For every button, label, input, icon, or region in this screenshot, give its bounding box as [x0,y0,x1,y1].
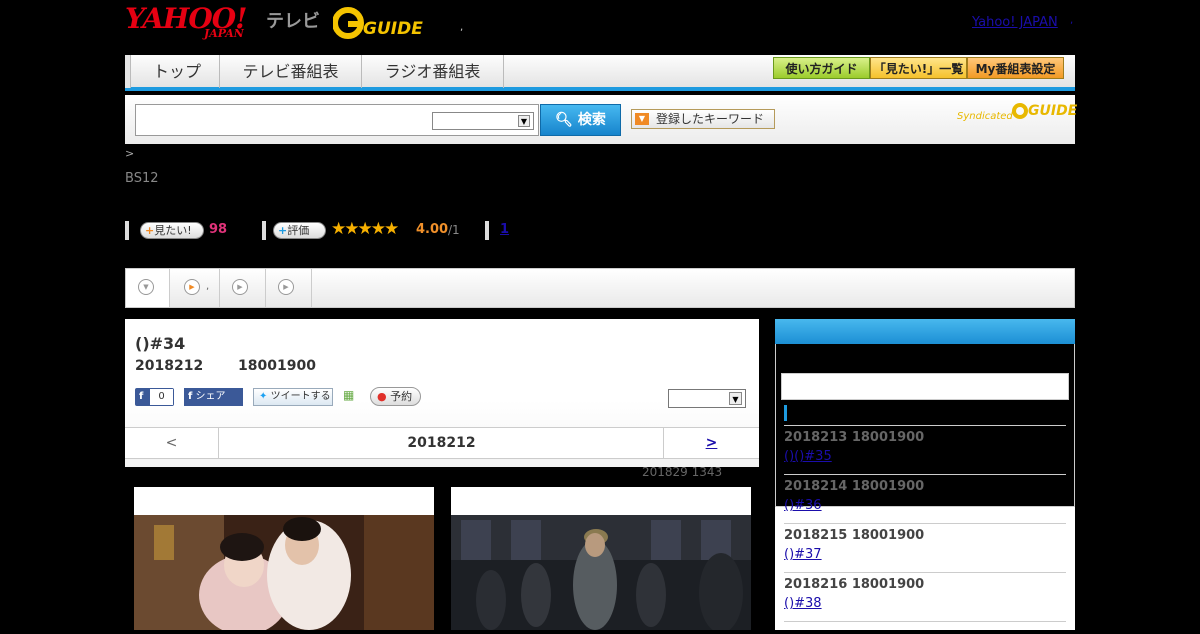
reserve-button[interactable]: ● 予約 [370,387,421,406]
gguide-logo-text: GUIDE [363,19,423,39]
episode-date: 2018215 18001900 [784,528,925,543]
nav-tab-tv-guide[interactable]: テレビ番組表 [220,55,362,88]
tab-2-label: , [206,281,210,292]
twitter-bird-icon: ✦ [259,391,268,402]
previous-program-link[interactable]: < [125,428,219,458]
tweet-button-label: ツイートする [270,391,331,402]
program-time: 18001900 [238,358,316,374]
program-photo-1-image [134,515,434,634]
header-separator: , [460,22,464,33]
program-tabs-bar: ▼ ▶ , ▶ ▶ [125,268,1075,308]
registered-keyword-button[interactable]: 登録したキーワード [631,109,775,129]
syndicated-gguide-logo: GUIDE [1012,103,1077,119]
yahoo-japan-logo-text: JAPAN [204,27,244,40]
tab-3[interactable]: ▶ [220,269,266,307]
breadcrumb[interactable]: > [125,147,134,160]
facebook-share-label: シェア [195,391,226,402]
chevron-down-icon[interactable]: ▼ [518,115,530,127]
rate-button[interactable]: +評価 [273,222,326,239]
tv-logo-text: テレビ [266,11,320,32]
usage-guide-button[interactable]: 使い方ガイド [773,57,870,79]
divider [784,474,1066,475]
my-guide-settings-button[interactable]: My番組表設定 [967,57,1064,79]
divider [784,523,1066,524]
want-list-button[interactable]: 「見たい!」一覧 [870,57,967,79]
program-title: ()#34 [135,334,186,353]
nav-left-accent [125,55,131,88]
facebook-icon: f [139,391,144,402]
chevron-down-icon: ▼ [138,279,154,295]
sidebar-input[interactable] [781,373,1069,400]
gguide-mark-icon [1012,103,1028,119]
tab-2[interactable]: ▶ , [170,269,220,307]
divider [784,572,1066,573]
next-program-link[interactable]: > [663,428,759,458]
stats-separator [125,221,129,240]
sidebar-header [775,319,1075,344]
nav-tab-top[interactable]: トップ [135,55,220,88]
divider [784,425,1066,426]
add-calendar-icon[interactable]: ▦ [343,388,360,404]
navigation-date: 2018212 [407,435,476,451]
episode-link[interactable]: ()#37 [784,547,822,562]
plus-icon: + [278,224,288,237]
program-photo-1[interactable] [134,487,434,634]
program-photo-2[interactable] [451,487,751,633]
rating-stars: ★★★★★ [331,219,399,239]
tab-4[interactable]: ▶ [266,269,312,307]
tab-details[interactable]: ▼ [126,269,170,307]
stats-separator [262,221,266,240]
program-photo-2-image [451,515,751,633]
want-button[interactable]: +見たい! [140,222,204,239]
play-icon: ▶ [232,279,248,295]
episode-link[interactable]: ()()#35 [784,449,832,464]
search-button-label: 検索 [577,112,606,128]
gguide-logo[interactable]: GUIDE [332,6,433,44]
record-dot-icon: ● [377,390,387,403]
stats-separator [485,221,489,240]
episode-date: 2018214 18001900 [784,479,925,494]
yahoo-japan-top-link[interactable]: Yahoo! JAPAN [972,15,1058,30]
header-separator-2: , [1070,15,1074,26]
reserve-button-label: 予約 [390,390,413,403]
chevron-down-icon[interactable]: ▼ [729,392,742,405]
play-icon: ▶ [278,279,294,295]
search-button[interactable]: 🔍︎ 検索 [540,104,621,136]
rate-button-label: 評価 [287,224,310,237]
play-icon: ▶ [184,279,200,295]
episode-link[interactable]: ()#36 [784,498,822,513]
main-nav-bar: トップ テレビ番組表 ラジオ番組表 使い方ガイド 「見たい!」一覧 My番組表設… [125,55,1075,91]
syndicated-gguide-logo-text: GUIDE [1028,103,1078,119]
episode-link[interactable]: ()#38 [784,596,822,611]
rating-count: /1 [448,223,460,237]
tweet-button[interactable]: ✦ ツイートする [253,388,333,406]
episode-date: 2018213 18001900 [784,430,925,445]
syndicated-label: Syndicated [957,111,1013,122]
want-count: 98 [209,222,228,237]
facebook-icon: f [188,391,193,402]
review-count-link[interactable]: 1 [500,222,509,237]
star-icons: ★★★★★ [331,219,399,239]
divider [784,621,1066,622]
facebook-share-button[interactable]: f シェア [184,388,243,406]
search-icon: 🔍︎ [555,112,573,128]
facebook-like-count: 0 [150,389,173,405]
sidebar-list-background [775,507,1075,630]
nav-tab-radio-guide[interactable]: ラジオ番組表 [362,55,504,88]
plus-icon: + [145,224,155,237]
program-date: 2018212 [135,358,204,374]
want-button-label: 見たい! [154,224,192,237]
triangle-down-icon: ▼ [635,113,649,125]
rating-value: 4.00 [416,222,449,237]
episode-date: 2018216 18001900 [784,577,925,592]
update-timestamp: 201829 1343 [642,465,723,479]
sidebar-section-marker [784,405,787,421]
station-name: BS12 [125,171,159,186]
